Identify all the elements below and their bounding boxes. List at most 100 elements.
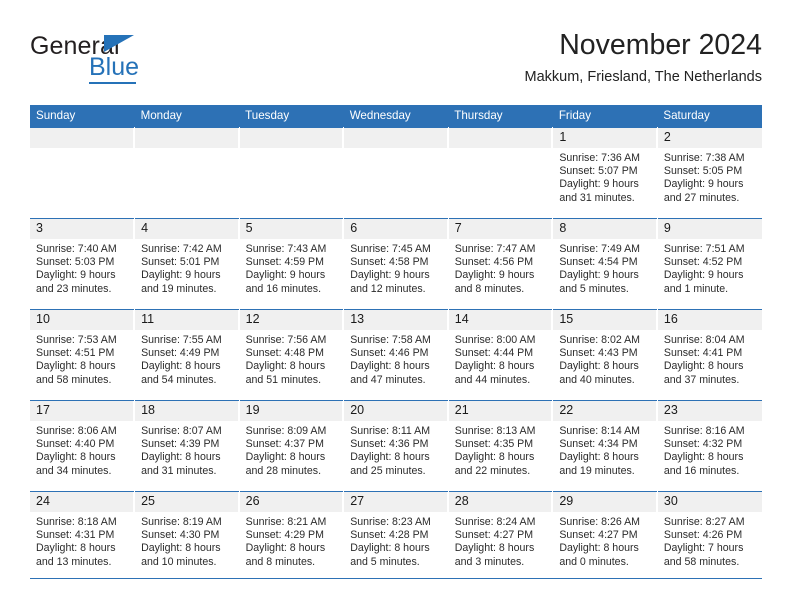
sun-info-line: and 16 minutes. bbox=[663, 464, 740, 477]
day-number bbox=[135, 128, 239, 148]
calendar-day-cell[interactable]: 29 Sunrise: 8:26 AM Sunset: 4:27 PM Dayligh… bbox=[552, 491, 658, 582]
sun-info: Sunrise: 8:04 AM Sunset: 4:41 PM Daylight:… bbox=[658, 330, 762, 387]
calendar-day-cell[interactable]: 22 Sunrise: 8:14 AM Sunset: 4:34 PM Dayligh… bbox=[552, 400, 658, 492]
sun-info: Sunrise: 8:16 AM Sunset: 4:32 PM Daylight:… bbox=[658, 421, 762, 478]
sun-info-line: and 47 minutes. bbox=[350, 373, 426, 386]
calendar-header-row: Sunday Monday Tuesday Wednesday Thursday Frid… bbox=[30, 105, 762, 128]
calendar-day-cell[interactable]: 12 Sunrise: 7:56 AM Sunset: 4:48 PM Dayligh… bbox=[239, 309, 345, 401]
day-cell-inner: 22 Sunrise: 8:14 AM Sunset: 4:34 PM Dayligh… bbox=[553, 401, 657, 491]
day-number: 20 bbox=[344, 401, 448, 421]
sun-info-line: Sunset: 4:28 PM bbox=[350, 529, 429, 542]
calendar-day-cell[interactable]: 14 Sunrise: 8:00 AM Sunset: 4:44 PM Dayligh… bbox=[448, 309, 554, 401]
sun-info-line: Sunrise: 8:07 AM bbox=[141, 425, 222, 437]
weekday-header-friday: Friday bbox=[552, 105, 658, 128]
sun-info-line: Sunset: 4:26 PM bbox=[663, 529, 743, 542]
sun-info-line: Sunset: 4:36 PM bbox=[350, 438, 429, 451]
calendar-day-cell[interactable]: 2 Sunrise: 7:38 AM Sunset: 5:05 PM Daylight… bbox=[657, 127, 762, 219]
sun-info-line: Daylight: 8 hours bbox=[245, 360, 326, 373]
sun-info-line: and 8 minutes. bbox=[454, 282, 525, 295]
day-cell-inner: 2 Sunrise: 7:38 AM Sunset: 5:05 PM Daylight… bbox=[657, 128, 762, 218]
day-number: 29 bbox=[553, 492, 657, 512]
page-title: November 2024 bbox=[559, 29, 762, 61]
sun-info-line: Sunset: 4:37 PM bbox=[245, 438, 324, 451]
calendar-day-cell[interactable]: 18 Sunrise: 8:07 AM Sunset: 4:39 PM Dayligh… bbox=[134, 400, 240, 492]
calendar-day-cell[interactable]: 19 Sunrise: 8:09 AM Sunset: 4:37 PM Dayligh… bbox=[239, 400, 345, 492]
calendar-day-cell[interactable]: 23 Sunrise: 8:16 AM Sunset: 4:32 PM Dayligh… bbox=[657, 400, 762, 492]
sun-info-line: Sunrise: 7:53 AM bbox=[36, 334, 117, 346]
calendar-cell-empty bbox=[30, 127, 136, 219]
calendar-week-row: 17 Sunrise: 8:06 AM Sunset: 4:40 PM Dayligh… bbox=[30, 400, 762, 492]
calendar-day-cell[interactable]: 27 Sunrise: 8:23 AM Sunset: 4:28 PM Dayligh… bbox=[343, 491, 449, 582]
sun-info-line: Sunrise: 8:04 AM bbox=[663, 334, 745, 346]
day-cell-inner: 6 Sunrise: 7:45 AM Sunset: 4:58 PM Daylight… bbox=[344, 219, 448, 309]
day-number: 4 bbox=[135, 219, 239, 239]
sun-info-line: Sunrise: 8:00 AM bbox=[454, 334, 536, 346]
sun-info-line: Sunset: 5:03 PM bbox=[36, 256, 115, 269]
calendar-day-cell[interactable]: 7 Sunrise: 7:47 AM Sunset: 4:56 PM Daylight… bbox=[448, 218, 554, 310]
day-cell-inner: 24 Sunrise: 8:18 AM Sunset: 4:31 PM Dayligh… bbox=[30, 492, 135, 582]
sun-info-line: Daylight: 8 hours bbox=[559, 542, 639, 555]
sun-info-line: Sunrise: 7:56 AM bbox=[245, 334, 327, 346]
sun-info-line: Daylight: 7 hours bbox=[663, 542, 744, 555]
sun-info-line: Sunset: 4:51 PM bbox=[36, 347, 115, 360]
sun-info-line: and 58 minutes. bbox=[36, 373, 112, 386]
calendar-day-cell[interactable]: 25 Sunrise: 8:19 AM Sunset: 4:30 PM Dayligh… bbox=[134, 491, 240, 582]
day-cell-inner bbox=[344, 128, 448, 218]
calendar-day-cell[interactable]: 6 Sunrise: 7:45 AM Sunset: 4:58 PM Daylight… bbox=[343, 218, 449, 310]
calendar-day-cell[interactable]: 20 Sunrise: 8:11 AM Sunset: 4:36 PM Dayligh… bbox=[343, 400, 449, 492]
brand-triangle-icon bbox=[104, 35, 134, 52]
sun-info-line: Sunset: 4:27 PM bbox=[454, 529, 534, 542]
sun-info-line: Daylight: 9 hours bbox=[350, 269, 430, 282]
day-number: 16 bbox=[657, 310, 762, 330]
calendar-day-cell[interactable]: 26 Sunrise: 8:21 AM Sunset: 4:29 PM Dayligh… bbox=[239, 491, 345, 582]
day-cell-inner: 23 Sunrise: 8:16 AM Sunset: 4:32 PM Dayligh… bbox=[657, 401, 762, 491]
sun-info-line: Sunrise: 8:16 AM bbox=[663, 425, 745, 437]
sun-info-line: Sunrise: 7:49 AM bbox=[559, 243, 640, 255]
sun-info-line: Sunset: 4:31 PM bbox=[36, 529, 115, 542]
sun-info-line: Daylight: 8 hours bbox=[141, 451, 221, 464]
calendar-day-cell[interactable]: 4 Sunrise: 7:42 AM Sunset: 5:01 PM Daylight… bbox=[134, 218, 240, 310]
calendar-day-cell[interactable]: 10 Sunrise: 7:53 AM Sunset: 4:51 PM Dayligh… bbox=[30, 309, 136, 401]
day-cell-inner bbox=[448, 128, 553, 218]
calendar-day-cell[interactable]: 11 Sunrise: 7:55 AM Sunset: 4:49 PM Dayligh… bbox=[134, 309, 240, 401]
calendar-week-row: 10 Sunrise: 7:53 AM Sunset: 4:51 PM Dayligh… bbox=[30, 309, 762, 401]
sun-info-line: Daylight: 8 hours bbox=[454, 360, 535, 373]
sun-info-line: and 58 minutes. bbox=[663, 555, 740, 568]
sun-info: Sunrise: 7:51 AM Sunset: 4:52 PM Daylight:… bbox=[658, 239, 762, 296]
calendar-bottom-border bbox=[30, 578, 762, 579]
calendar-week-row: 3 Sunrise: 7:40 AM Sunset: 5:03 PM Daylight… bbox=[30, 218, 762, 310]
sun-info-line: Daylight: 8 hours bbox=[245, 542, 326, 555]
sun-info-line: Sunrise: 8:23 AM bbox=[350, 516, 431, 528]
sun-info-line: Daylight: 8 hours bbox=[454, 542, 535, 555]
calendar-day-cell[interactable]: 8 Sunrise: 7:49 AM Sunset: 4:54 PM Daylight… bbox=[552, 218, 658, 310]
sun-info: Sunrise: 7:53 AM Sunset: 4:51 PM Daylight:… bbox=[30, 330, 134, 387]
day-cell-inner: 28 Sunrise: 8:24 AM Sunset: 4:27 PM Dayligh… bbox=[448, 492, 553, 582]
sun-info: Sunrise: 8:18 AM Sunset: 4:31 PM Daylight:… bbox=[30, 512, 134, 569]
sun-info-line: Sunrise: 8:26 AM bbox=[559, 516, 640, 528]
calendar-day-cell[interactable]: 3 Sunrise: 7:40 AM Sunset: 5:03 PM Daylight… bbox=[30, 218, 136, 310]
calendar-day-cell[interactable]: 30 Sunrise: 8:27 AM Sunset: 4:26 PM Dayligh… bbox=[657, 491, 762, 582]
calendar-day-cell[interactable]: 17 Sunrise: 8:06 AM Sunset: 4:40 PM Dayligh… bbox=[30, 400, 136, 492]
calendar-day-cell[interactable]: 21 Sunrise: 8:13 AM Sunset: 4:35 PM Dayligh… bbox=[448, 400, 554, 492]
calendar-day-cell[interactable]: 13 Sunrise: 7:58 AM Sunset: 4:46 PM Dayligh… bbox=[343, 309, 449, 401]
calendar-day-cell[interactable]: 5 Sunrise: 7:43 AM Sunset: 4:59 PM Daylight… bbox=[239, 218, 345, 310]
sun-info-line: Sunset: 4:58 PM bbox=[350, 256, 429, 269]
day-number bbox=[30, 128, 135, 148]
calendar-day-cell[interactable]: 24 Sunrise: 8:18 AM Sunset: 4:31 PM Dayligh… bbox=[30, 491, 136, 582]
sun-info-line: Daylight: 8 hours bbox=[559, 451, 639, 464]
calendar-day-cell[interactable]: 16 Sunrise: 8:04 AM Sunset: 4:41 PM Dayligh… bbox=[657, 309, 762, 401]
sun-info-line: and 19 minutes. bbox=[141, 282, 217, 295]
weekday-header-tuesday: Tuesday bbox=[239, 105, 344, 128]
calendar-day-cell[interactable]: 1 Sunrise: 7:36 AM Sunset: 5:07 PM Daylight… bbox=[552, 127, 658, 219]
sun-info-line: and 8 minutes. bbox=[245, 555, 316, 568]
sun-info-line: Sunrise: 7:43 AM bbox=[245, 243, 327, 255]
day-cell-inner: 29 Sunrise: 8:26 AM Sunset: 4:27 PM Dayligh… bbox=[553, 492, 657, 582]
brand-logo[interactable]: General Blue bbox=[30, 32, 260, 92]
sun-info-line: Daylight: 8 hours bbox=[350, 451, 430, 464]
sun-info-line: Daylight: 8 hours bbox=[350, 360, 430, 373]
calendar-table: Sunday Monday Tuesday Wednesday Thursday Frid… bbox=[30, 105, 762, 582]
calendar-day-cell[interactable]: 9 Sunrise: 7:51 AM Sunset: 4:52 PM Daylight… bbox=[657, 218, 762, 310]
calendar-day-cell[interactable]: 28 Sunrise: 8:24 AM Sunset: 4:27 PM Dayligh… bbox=[448, 491, 554, 582]
sun-info-line: Daylight: 9 hours bbox=[245, 269, 326, 282]
calendar-day-cell[interactable]: 15 Sunrise: 8:02 AM Sunset: 4:43 PM Dayligh… bbox=[552, 309, 658, 401]
